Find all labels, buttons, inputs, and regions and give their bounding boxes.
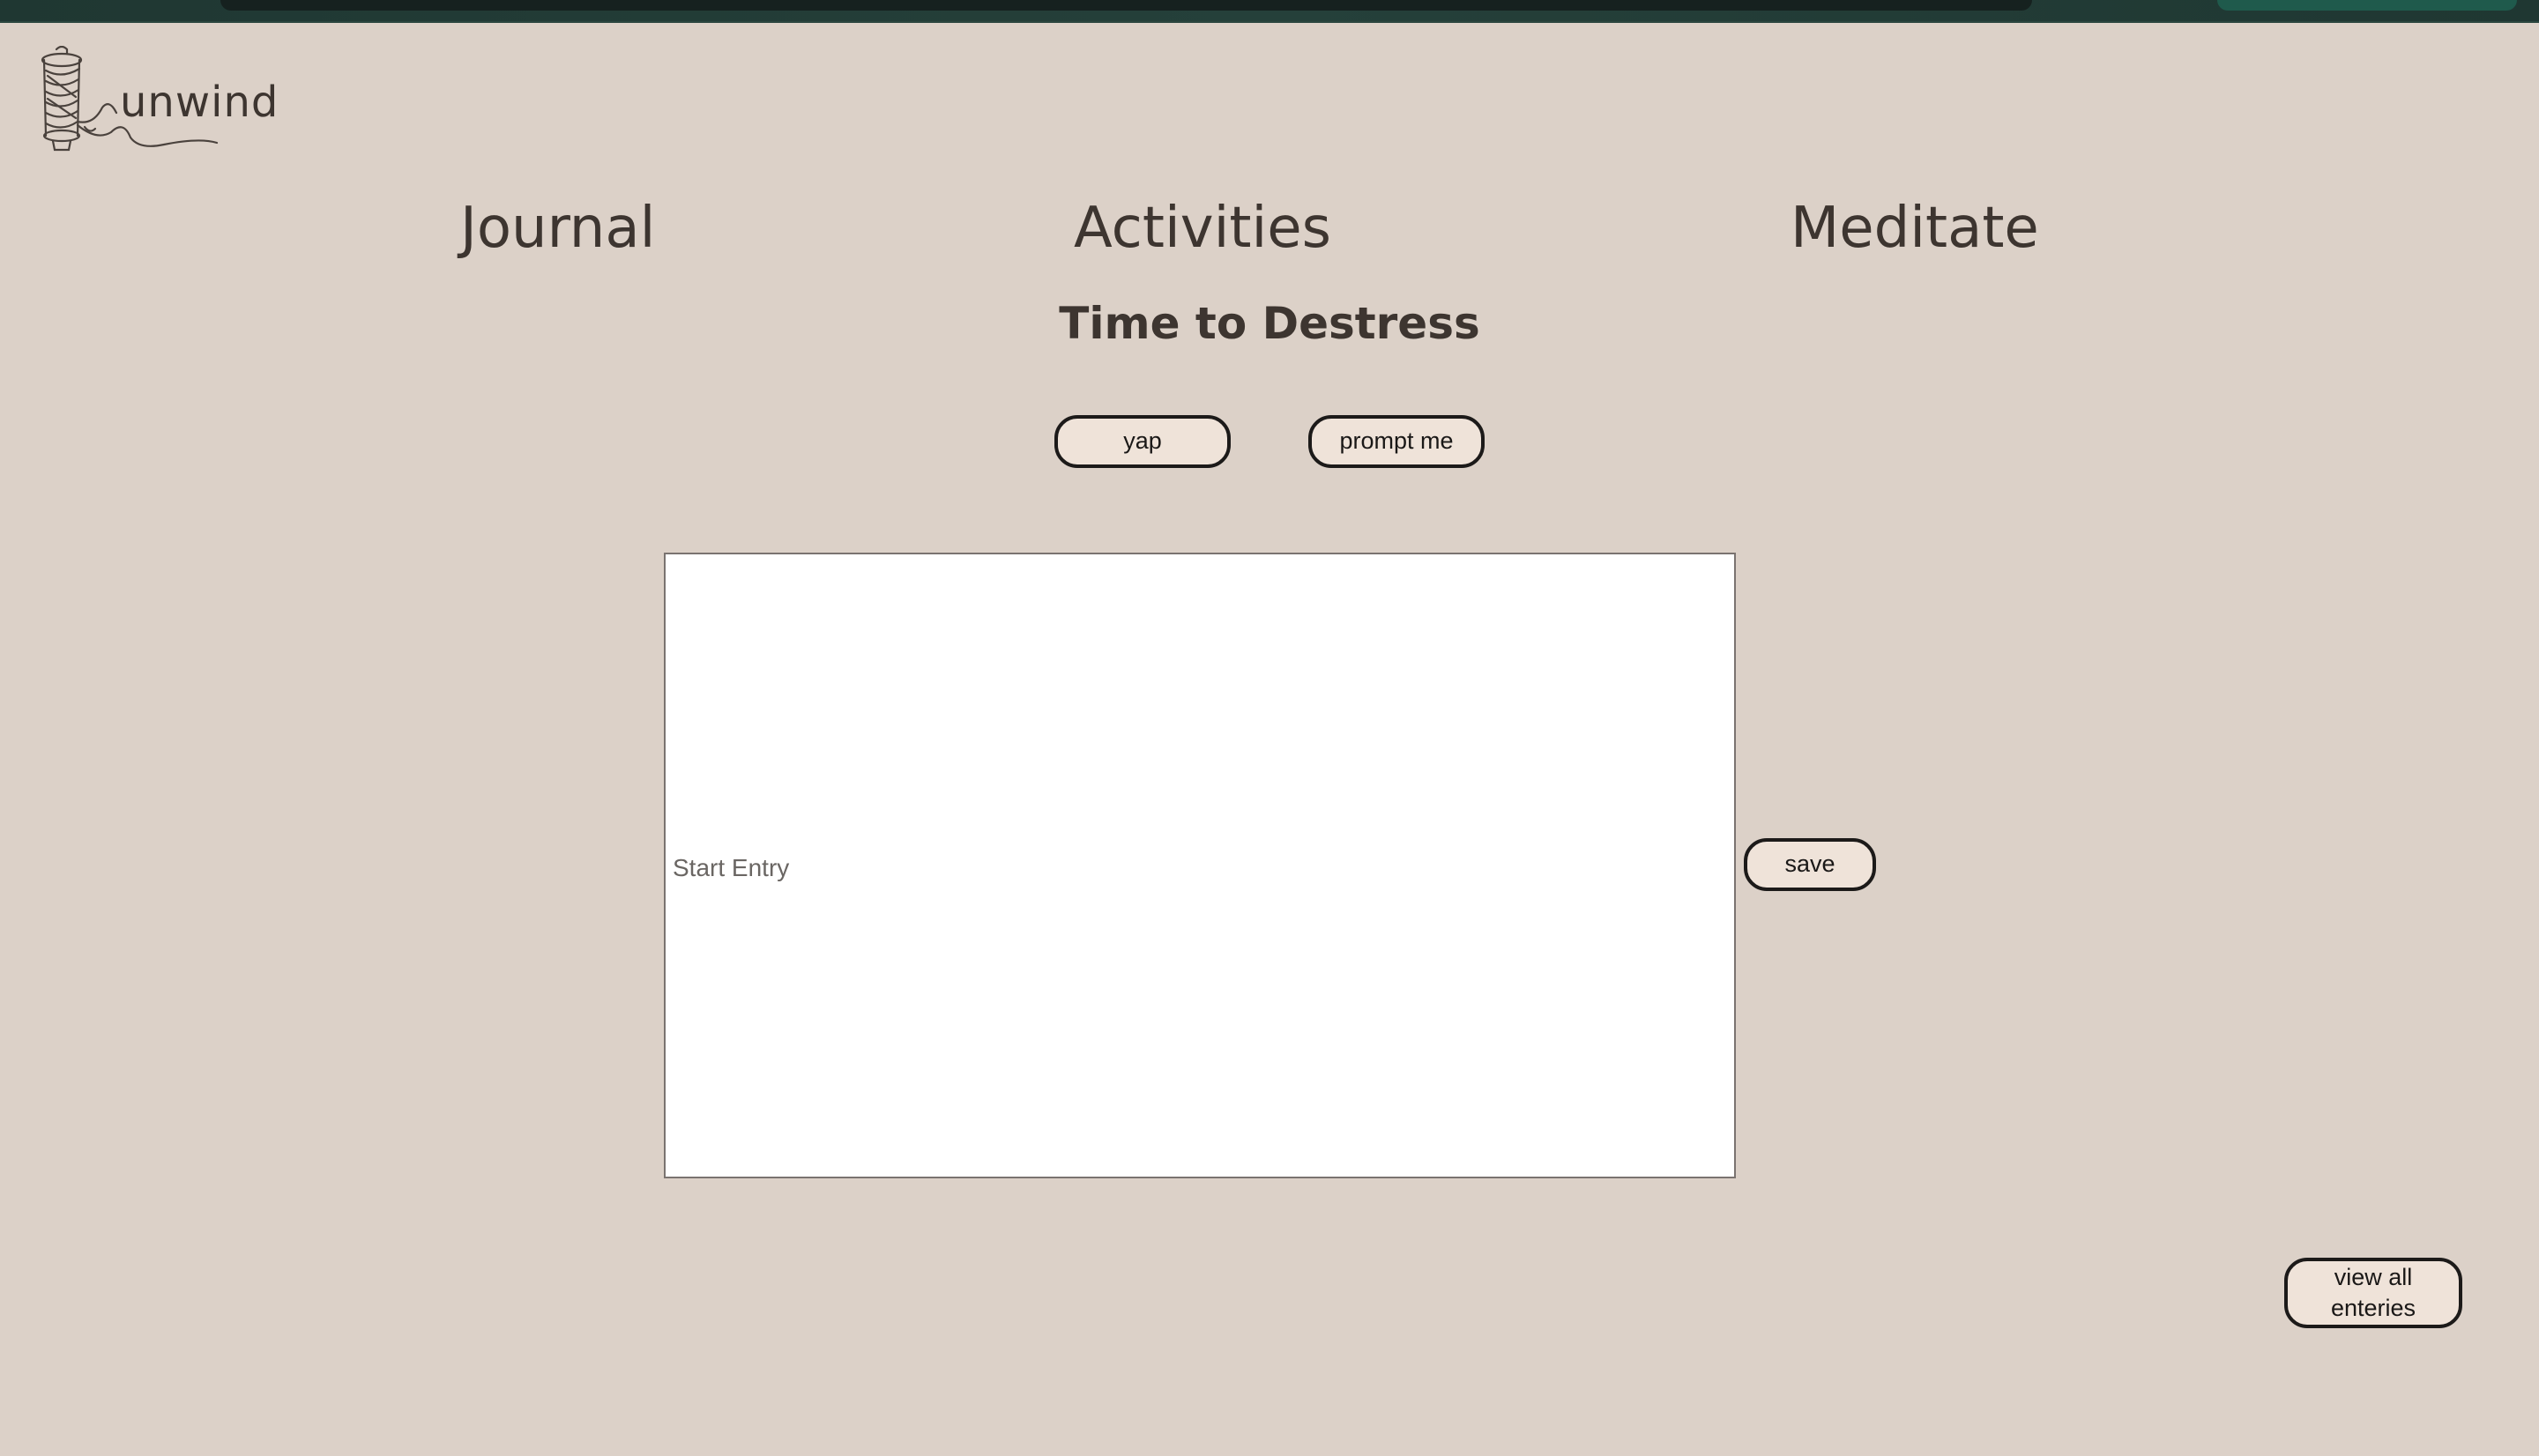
browser-accent-button[interactable] [2217,0,2517,11]
nav-meditate[interactable]: Meditate [1791,196,2039,261]
view-all-entries-label: view all enteries [2330,1263,2416,1321]
journal-entry-textarea[interactable]: Start Entry [664,553,1736,1178]
entry-placeholder: Start Entry [673,854,790,881]
prompt-me-button[interactable]: prompt me [1308,415,1485,468]
view-all-entries-button[interactable]: view all enteries [2284,1258,2462,1328]
yap-button[interactable]: yap [1054,415,1231,468]
nav-activities[interactable]: Activities [1074,196,1331,261]
brand-logo[interactable]: unwind [32,46,278,160]
save-button[interactable]: save [1744,838,1876,891]
browser-address-bar[interactable] [220,0,2032,11]
browser-top-bar [0,0,2539,23]
brand-name: unwind [120,78,279,127]
page-title: Time to Destress [1059,298,1480,349]
nav-journal[interactable]: Journal [460,196,655,261]
